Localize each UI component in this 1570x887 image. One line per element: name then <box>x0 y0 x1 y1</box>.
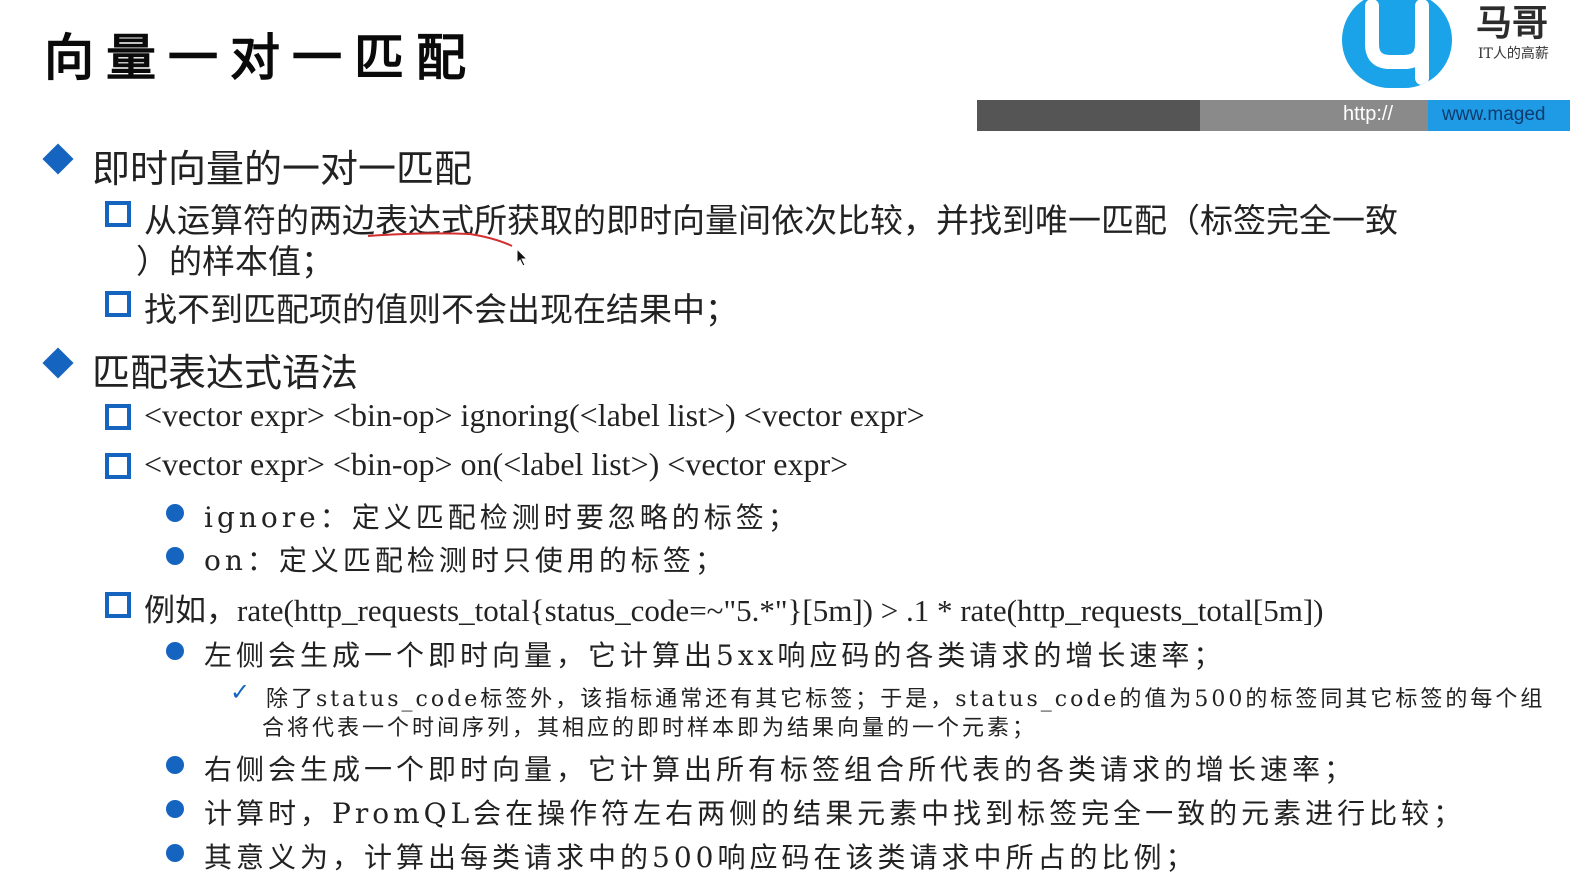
section1-item2: 找不到匹配项的值则不会出现在结果中； <box>144 290 738 329</box>
slide-title: 向量一对一匹配 <box>44 29 478 87</box>
url-banner: http:// www.maged <box>977 100 1570 131</box>
logo-brand-text: 马哥 <box>1476 3 1549 44</box>
left-side-description: 左侧会生成一个即时向量，它计算出5xx响应码的各类请求的增长速率； <box>204 639 1226 672</box>
round-bullet-icon <box>166 756 184 774</box>
round-bullet-icon <box>166 642 184 660</box>
right-side-description: 右侧会生成一个即时向量，它计算出所有标签组合所代表的各类请求的增长速率； <box>204 753 1357 786</box>
logo-slogan: IT人的高薪 <box>1478 46 1549 62</box>
logo-icon <box>1342 0 1452 88</box>
diamond-bullet-icon <box>42 143 74 175</box>
round-bullet-icon <box>166 844 184 862</box>
example-expression: 例如，rate(http_requests_total{status_code=… <box>144 593 1324 628</box>
section1-item1-line2: ）的样本值； <box>136 242 334 281</box>
section1-heading: 即时向量的一对一匹配 <box>92 147 473 191</box>
square-bullet-icon <box>105 404 131 430</box>
left-side-note-line2: 合将代表一个时间序列，其相应的即时样本即为结果向量的一个元素； <box>262 716 1038 741</box>
round-bullet-icon <box>166 800 184 818</box>
square-bullet-icon <box>105 453 131 479</box>
left-side-note-line1: 除了status_code标签外，该指标通常还有其它标签；于是，status_c… <box>266 687 1546 712</box>
checkmark-bullet-icon: ✓ <box>230 678 251 706</box>
round-bullet-icon <box>166 504 184 522</box>
syntax-on: <vector expr> <bin-op> on(<label list>) … <box>144 446 849 482</box>
compute-description: 计算时，PromQL会在操作符左右两侧的结果元素中找到标签完全一致的元素进行比较… <box>204 797 1466 830</box>
on-description: on：定义匹配检测时只使用的标签； <box>204 544 727 577</box>
square-bullet-icon <box>105 291 131 317</box>
mouse-cursor-icon <box>516 248 529 267</box>
diamond-bullet-icon <box>42 347 74 379</box>
section2-heading: 匹配表达式语法 <box>92 351 359 395</box>
url-banner-grey-segment <box>1200 100 1428 131</box>
square-bullet-icon <box>105 201 131 227</box>
url-host: www.maged <box>1442 104 1546 125</box>
meaning-description: 其意义为，计算出每类请求中的500响应码在该类请求中所占的比例； <box>204 841 1198 874</box>
round-bullet-icon <box>166 547 184 565</box>
syntax-ignoring: <vector expr> <bin-op> ignoring(<label l… <box>144 397 925 433</box>
ignore-description: ignore：定义匹配检测时要忽略的标签； <box>204 501 800 534</box>
url-protocol: http:// <box>1343 103 1394 125</box>
url-banner-dark-segment <box>977 100 1200 131</box>
square-bullet-icon <box>105 592 131 618</box>
